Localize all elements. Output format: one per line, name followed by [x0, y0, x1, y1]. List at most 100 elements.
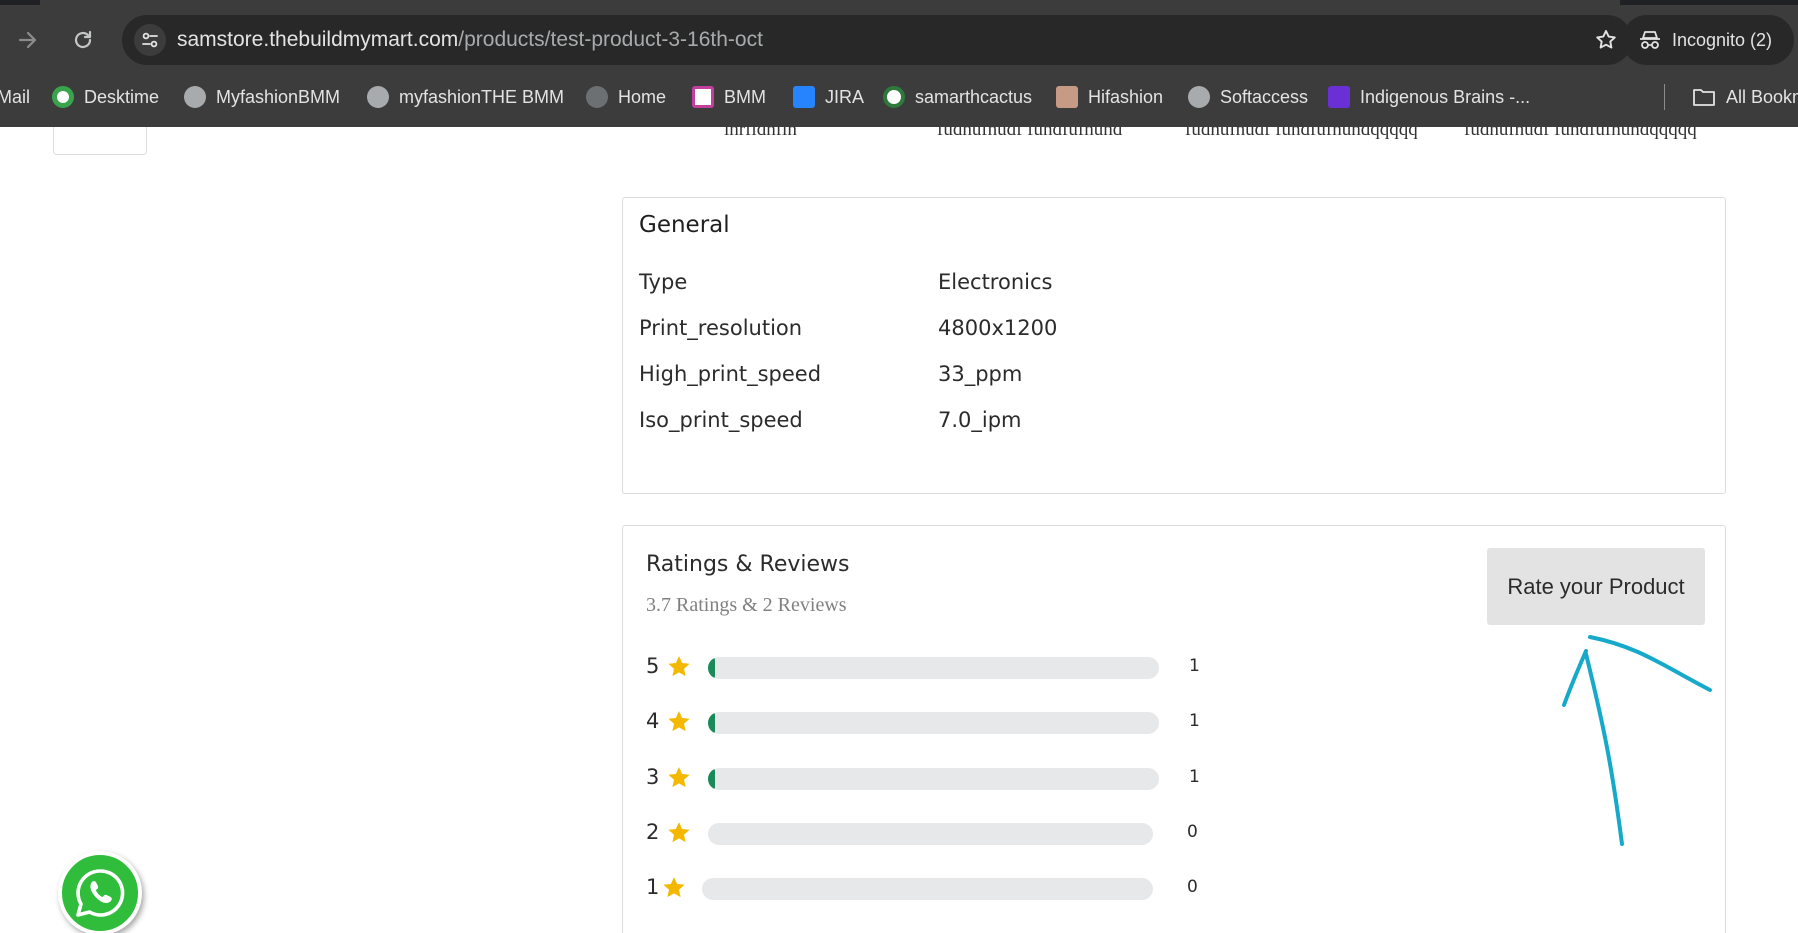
rating-bar-fill: [708, 657, 715, 679]
bookmark-label: myfashionTHE BMM: [399, 86, 565, 107]
browser-chrome: samstore.thebuildmymart.com/products/tes…: [0, 0, 1798, 127]
globe-icon: [586, 86, 608, 108]
spec-label: Type: [639, 270, 688, 294]
product-page: ihrfidhfih fudhufhudf fuhdfufhuhd fudhuf…: [0, 127, 1798, 933]
bookmarks-bar: Mail Desktime MyfashionBMM myfashionTHE …: [0, 76, 1798, 116]
bmm-icon: [692, 86, 714, 108]
spec-table-cell: ihrfidhfih: [724, 127, 797, 140]
rating-count: 0: [1187, 877, 1198, 897]
spec-table-cell: fudhufhudf fuhdfufhuhd: [937, 127, 1123, 140]
bookmark-star-button[interactable]: [1592, 26, 1620, 54]
bookmark-hifashion[interactable]: Hifashion: [1056, 84, 1163, 110]
ratings-title: Ratings & Reviews: [646, 552, 850, 577]
spec-table-cell: fudhufhudf fuhdfufhuhdqqqqq: [1185, 127, 1418, 140]
bookmark-label: Hifashion: [1088, 86, 1164, 107]
bookmark-myfashion-the-bmm[interactable]: myfashionTHE BMM: [367, 84, 564, 110]
bookmark-label: MyfashionBMM: [216, 86, 341, 107]
bookmark-softaccess[interactable]: Softaccess: [1188, 84, 1308, 110]
arrow-right-icon: [18, 31, 37, 49]
hifashion-icon: [1056, 86, 1078, 108]
bookmark-label: All Bookm: [1726, 86, 1798, 107]
rating-stars-number: 2: [646, 820, 660, 844]
site-info-button[interactable]: [134, 24, 166, 56]
bookmark-label: Mail: [0, 86, 31, 107]
bookmark-desktime[interactable]: Desktime: [52, 84, 159, 110]
bookmarks-separator: [1664, 84, 1665, 110]
spec-value: Electronics: [938, 270, 1053, 294]
indigenous-icon: [1328, 86, 1350, 108]
globe-icon: [367, 86, 389, 108]
bookmark-label: Desktime: [84, 86, 160, 107]
incognito-label: Incognito (2): [1672, 29, 1773, 50]
general-title: General: [639, 212, 730, 238]
star-icon: [668, 767, 690, 788]
bookmark-indigenous-brains[interactable]: Indigenous Brains -...: [1328, 84, 1530, 110]
address-bar[interactable]: samstore.thebuildmymart.com/products/tes…: [122, 15, 1632, 65]
rating-bar: [708, 657, 1159, 679]
whatsapp-icon: [76, 869, 125, 917]
bookmark-home[interactable]: Home: [586, 84, 666, 110]
desktime-icon: [52, 86, 74, 108]
bookmark-jira[interactable]: JIRA: [793, 84, 864, 110]
rating-bar: [708, 823, 1153, 845]
reload-button[interactable]: [65, 22, 101, 58]
product-thumbnail[interactable]: [53, 127, 147, 155]
rating-bar: [702, 878, 1153, 900]
spec-label: Iso_print_speed: [639, 408, 803, 432]
ratings-summary: 3.7 Ratings & 2 Reviews: [646, 594, 847, 616]
folder-icon: [1693, 89, 1715, 106]
forward-button[interactable]: [10, 22, 46, 58]
tab-strip: [0, 0, 1798, 5]
star-icon: [668, 711, 690, 732]
reload-icon: [74, 30, 92, 49]
rating-count: 1: [1189, 767, 1200, 787]
bookmark-label: Softaccess: [1220, 86, 1309, 107]
bookmark-samarthcactus[interactable]: samarthcactus: [883, 84, 1032, 110]
rating-bar-fill: [708, 768, 715, 790]
ratings-reviews-card: Ratings & Reviews 3.7 Ratings & 2 Review…: [622, 525, 1726, 933]
rating-row-3: 3 1: [646, 763, 1206, 793]
url-path: /products/test-product-3-16th-oct: [458, 28, 763, 51]
bookmark-label: JIRA: [825, 86, 865, 107]
bookmark-myfashionbmm[interactable]: MyfashionBMM: [184, 84, 340, 110]
url-host: samstore.thebuildmymart.com: [177, 28, 459, 51]
rating-bar-fill: [708, 712, 715, 734]
globe-icon: [1188, 86, 1210, 108]
rating-count: 0: [1187, 822, 1198, 842]
url-text[interactable]: samstore.thebuildmymart.com/products/tes…: [177, 28, 763, 52]
rating-bar: [708, 712, 1159, 734]
bookmark-label: BMM: [724, 86, 766, 107]
rating-stars-number: 3: [646, 765, 660, 789]
rating-row-4: 4 1: [646, 707, 1206, 737]
rating-count: 1: [1189, 711, 1200, 731]
rating-stars-number: 1: [646, 875, 660, 899]
spec-value: 4800x1200: [938, 316, 1058, 340]
spec-value: 7.0_ipm: [938, 408, 1022, 432]
cactus-icon: [883, 86, 905, 108]
incognito-indicator[interactable]: Incognito (2): [1622, 15, 1794, 65]
incognito-icon: [1640, 31, 1660, 49]
star-icon: [668, 656, 690, 677]
rating-bar: [708, 768, 1159, 790]
bookmark-bmm[interactable]: BMM: [692, 84, 766, 110]
spec-table-cell: fudhufhudf fuhdfufhuhdqqqqq: [1464, 127, 1697, 140]
bookmark-label: samarthcactus: [915, 86, 1033, 107]
rating-row-5: 5 1: [646, 652, 1206, 682]
active-tab[interactable]: [40, 0, 1620, 5]
rating-row-1: 1 0: [646, 873, 1206, 903]
bookmark-label: Home: [618, 86, 667, 107]
whatsapp-chat-button[interactable]: [58, 851, 142, 933]
bookmark-label: Indigenous Brains -...: [1360, 86, 1531, 107]
rating-stars-number: 5: [646, 654, 660, 678]
bookmark-mail[interactable]: Mail: [0, 84, 30, 110]
spec-value: 33_ppm: [938, 362, 1023, 386]
rate-product-button[interactable]: Rate your Product: [1487, 548, 1705, 625]
star-icon: [663, 877, 685, 898]
rating-row-2: 2 0: [646, 818, 1206, 848]
bookmark-all-bookmarks[interactable]: All Bookm: [1692, 84, 1798, 110]
star-icon: [668, 822, 690, 843]
tune-icon: [142, 32, 158, 48]
star-outline-icon: [1596, 30, 1616, 49]
spec-label: High_print_speed: [639, 362, 822, 386]
general-specs-card: General Type Electronics Print_resolutio…: [622, 197, 1726, 494]
